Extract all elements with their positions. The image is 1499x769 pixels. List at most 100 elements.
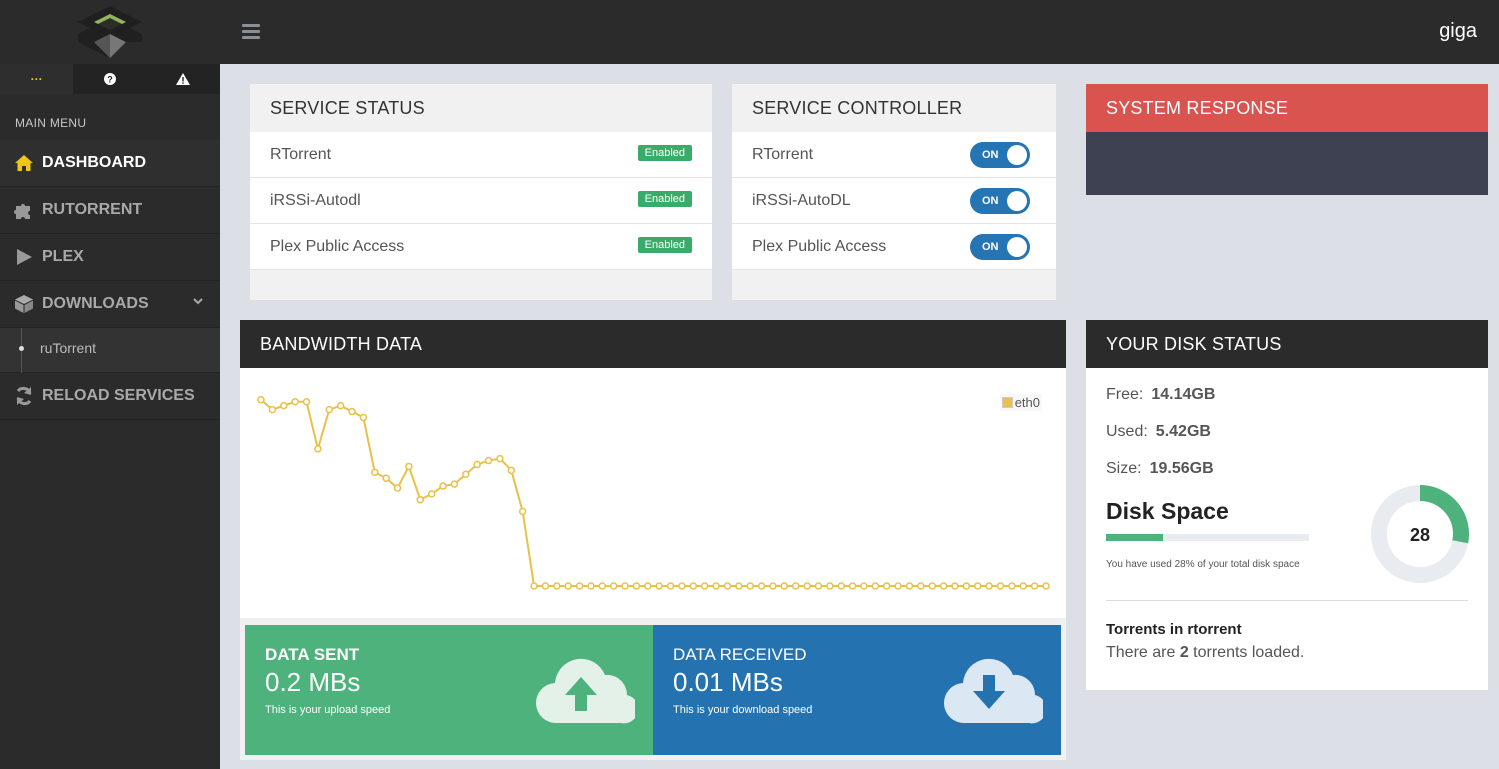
data-point[interactable] (996, 582, 1005, 590)
data-point[interactable] (951, 582, 959, 590)
data-point[interactable] (257, 396, 265, 404)
data-point[interactable] (644, 582, 652, 590)
sidebar-item-rutorrent[interactable]: RUTORRENT (0, 187, 220, 234)
data-point[interactable] (917, 582, 925, 590)
data-point[interactable] (689, 582, 698, 590)
data-point[interactable] (928, 582, 936, 590)
data-point[interactable] (985, 582, 993, 590)
data-point[interactable] (894, 582, 902, 590)
chevron-down-icon[interactable] (192, 296, 204, 306)
alert-button[interactable] (147, 64, 220, 94)
data-point[interactable] (1008, 582, 1016, 590)
controller-row: iRSSi-AutoDL ON (732, 178, 1056, 224)
data-point[interactable] (405, 462, 413, 471)
data-point[interactable] (336, 401, 345, 410)
bandwidth-chart: eth0 (240, 368, 1066, 618)
data-point[interactable] (416, 496, 425, 504)
rtorrent-toggle[interactable]: ON (970, 141, 1030, 168)
sidebar-item-reload-services[interactable]: RELOAD SERVICES (0, 373, 220, 420)
data-point[interactable] (803, 582, 811, 590)
data-point[interactable] (587, 582, 595, 590)
menu-title: MAIN MENU (15, 116, 87, 130)
sidebar-item-label: DOWNLOADS (42, 295, 149, 312)
data-point[interactable] (382, 474, 390, 482)
data-point[interactable] (462, 470, 470, 479)
data-point[interactable] (575, 582, 584, 590)
disk-free: Free: 14.14GB (1106, 386, 1468, 423)
more-button[interactable]: ··· (0, 64, 74, 94)
plex-toggle[interactable]: ON (970, 233, 1030, 260)
data-point[interactable] (484, 456, 493, 465)
data-point[interactable] (439, 482, 447, 490)
torrents-text: There are 2 torrents loaded. (1106, 644, 1468, 662)
data-point[interactable] (678, 582, 686, 590)
data-point[interactable] (655, 582, 663, 590)
sidebar-item-plex[interactable]: PLEX (0, 234, 220, 281)
data-point[interactable] (769, 582, 777, 590)
data-point[interactable] (1019, 582, 1027, 590)
data-point[interactable] (348, 407, 356, 416)
data-point[interactable] (905, 582, 914, 590)
data-point[interactable] (814, 582, 823, 590)
logo-icon[interactable] (76, 4, 144, 60)
data-point[interactable] (712, 582, 720, 590)
data-point[interactable] (826, 582, 834, 590)
irssi-toggle[interactable]: ON (970, 187, 1030, 214)
data-point[interactable] (632, 582, 641, 590)
data-point[interactable] (871, 582, 880, 590)
data-point[interactable] (837, 582, 845, 590)
data-point[interactable] (609, 582, 618, 590)
data-point[interactable] (496, 454, 504, 463)
data-point[interactable] (1030, 582, 1039, 590)
data-point[interactable] (302, 398, 311, 406)
data-point[interactable] (291, 398, 299, 406)
data-point[interactable] (746, 582, 754, 590)
data-point[interactable] (359, 413, 368, 422)
toggle-label: ON (982, 240, 999, 253)
data-point[interactable] (473, 460, 481, 469)
data-point[interactable] (848, 582, 857, 590)
data-point[interactable] (621, 582, 629, 590)
data-point[interactable] (393, 484, 402, 492)
sidebar-item-dashboard[interactable]: DASHBOARD (0, 140, 220, 187)
data-point[interactable] (564, 582, 572, 590)
help-button[interactable]: ? (73, 64, 146, 94)
data-received-box: DATA RECEIVED 0.01 MBs This is your down… (653, 625, 1061, 755)
data-point[interactable] (939, 582, 948, 590)
data-point[interactable] (1042, 582, 1050, 590)
data-point[interactable] (666, 582, 675, 590)
chart-legend[interactable]: eth0 (999, 394, 1042, 411)
data-point[interactable] (780, 582, 789, 590)
data-point[interactable] (553, 582, 561, 590)
toggle-label: ON (982, 148, 999, 161)
data-point[interactable] (882, 582, 891, 590)
data-point[interactable] (450, 480, 459, 488)
data-point[interactable] (427, 490, 436, 498)
disk-progress-bar (1106, 534, 1309, 541)
data-point[interactable] (962, 582, 971, 590)
data-point[interactable] (757, 582, 766, 590)
data-point[interactable] (723, 582, 732, 590)
data-point[interactable] (973, 582, 982, 590)
data-point[interactable] (268, 405, 277, 414)
data-point[interactable] (371, 468, 379, 477)
data-point[interactable] (860, 582, 868, 590)
data-point[interactable] (280, 401, 288, 410)
data-point[interactable] (700, 582, 709, 590)
data-point[interactable] (314, 445, 322, 453)
data-point[interactable] (325, 405, 334, 414)
sidebar-subitem-rutorrent[interactable]: ruTorrent (40, 340, 96, 356)
data-point[interactable] (507, 466, 516, 475)
data-point[interactable] (530, 582, 538, 590)
data-point[interactable] (791, 582, 800, 590)
legend-label: eth0 (1014, 395, 1040, 410)
data-point[interactable] (518, 507, 527, 516)
data-point[interactable] (735, 582, 743, 590)
data-point[interactable] (598, 582, 607, 590)
hamburger-menu-icon[interactable] (242, 24, 260, 40)
data-point[interactable] (541, 582, 550, 590)
user-name[interactable]: giga (1439, 20, 1477, 43)
service-row: Plex Public Access Enabled (250, 224, 712, 270)
torrents-pre: There are (1106, 644, 1180, 661)
sidebar-item-downloads[interactable]: DOWNLOADS (0, 281, 220, 328)
